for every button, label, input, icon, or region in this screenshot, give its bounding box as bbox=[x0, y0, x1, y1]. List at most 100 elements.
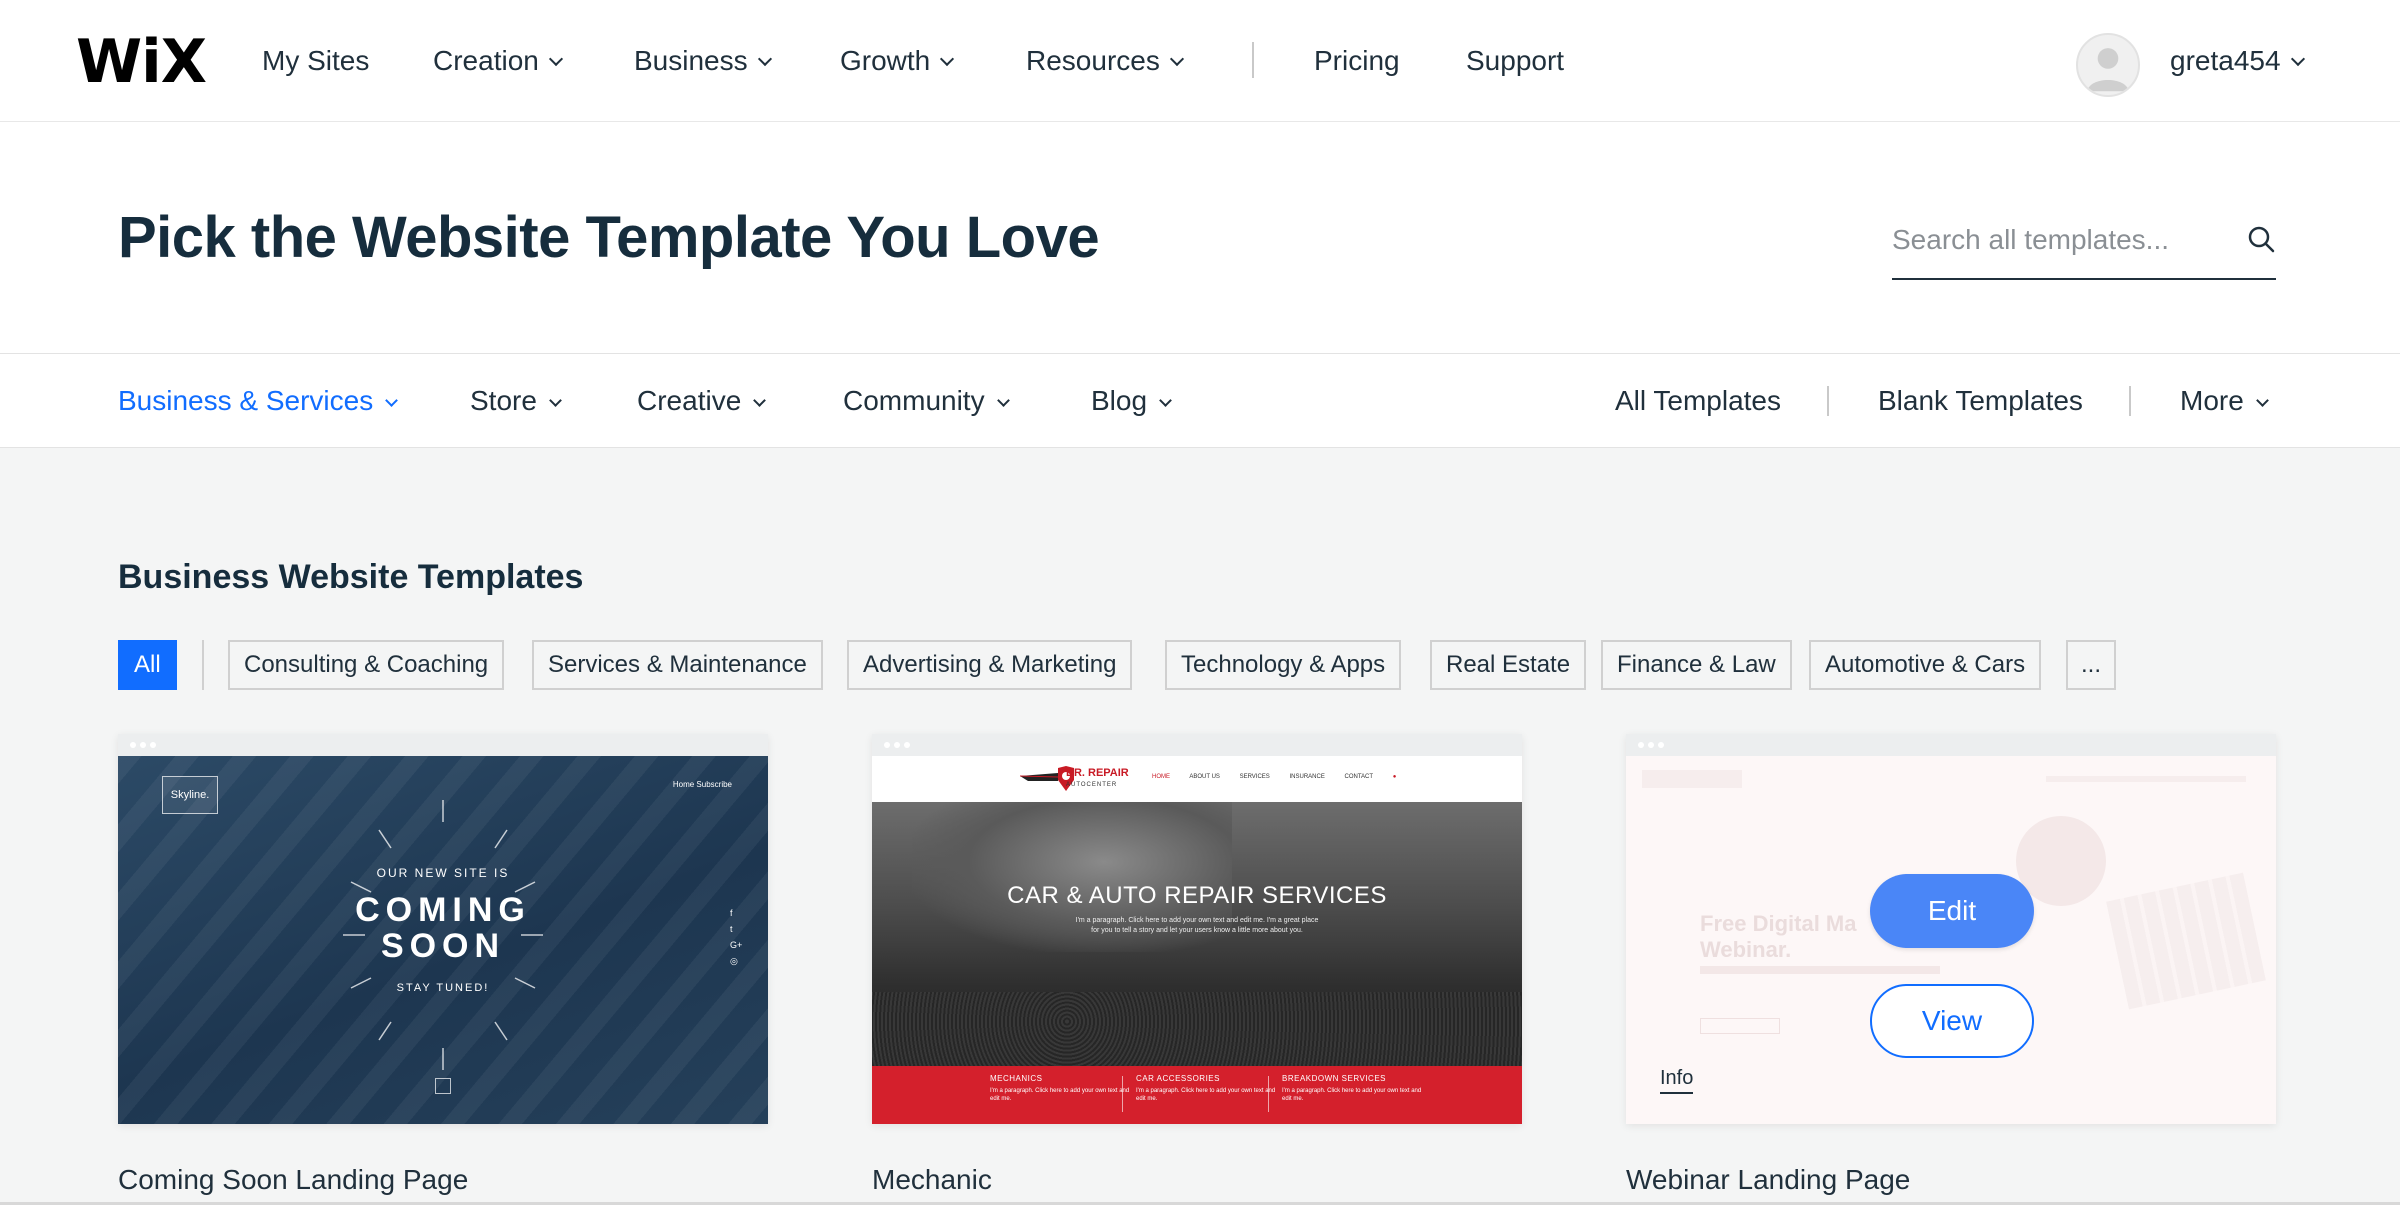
preview-heading-line: Free Digital Ma bbox=[1700, 911, 1857, 936]
preview-button bbox=[1700, 1018, 1780, 1034]
category-label: Blank Templates bbox=[1878, 385, 2083, 416]
nav-label: Growth bbox=[840, 45, 931, 76]
info-link[interactable]: Info bbox=[1660, 1066, 1694, 1094]
category-divider bbox=[2129, 386, 2131, 416]
facebook-icon: f bbox=[730, 908, 733, 918]
category-label: Community bbox=[843, 385, 985, 416]
ground-photo bbox=[872, 992, 1522, 1066]
nav-business[interactable]: Business bbox=[634, 45, 772, 77]
category-creative[interactable]: Creative bbox=[637, 384, 767, 418]
preview-nav bbox=[2046, 776, 2246, 782]
template-preview: Free Digital Ma Webinar. Edit View Info bbox=[1626, 756, 2276, 1124]
preview-heading-line: Webinar. bbox=[1700, 937, 1792, 962]
nav-growth[interactable]: Growth bbox=[840, 45, 955, 77]
filter-chip-all[interactable]: All bbox=[118, 640, 177, 690]
template-card-mechanic[interactable]: DR. REPAIR AUTOCENTER HOME ABOUT US SERV… bbox=[872, 734, 1522, 1124]
preview-heading: CAR & AUTO REPAIR SERVICES bbox=[1007, 882, 1387, 909]
user-menu[interactable]: greta454 bbox=[2170, 45, 2305, 77]
filter-chip-real-estate[interactable]: Real Estate bbox=[1430, 640, 1587, 690]
filter-chip-automotive[interactable]: Automotive & Cars bbox=[1809, 640, 2042, 690]
preview-text: OUR NEW SITE IS bbox=[376, 866, 510, 880]
category-business-services[interactable]: Business & Services bbox=[118, 384, 399, 418]
category-label: Blog bbox=[1091, 385, 1148, 416]
nav-support[interactable]: Support bbox=[1466, 45, 1564, 77]
nav-resources[interactable]: Resources bbox=[1026, 45, 1184, 77]
preview-logo bbox=[1642, 770, 1742, 788]
page-header: Pick the Website Template You Love bbox=[0, 122, 2400, 354]
search-input[interactable] bbox=[1892, 212, 2222, 268]
template-card-webinar[interactable]: Free Digital Ma Webinar. Edit View Info bbox=[1626, 734, 2276, 1124]
preview-heading: COMING bbox=[355, 891, 531, 929]
category-blog[interactable]: Blog bbox=[1091, 384, 1172, 418]
filter-chip-consulting[interactable]: Consulting & Coaching bbox=[228, 640, 505, 690]
filter-chip-advertising[interactable]: Advertising & Marketing bbox=[847, 640, 1133, 690]
top-nav: WiX My Sites Creation Business Growth Re… bbox=[0, 0, 2400, 122]
preview-text: STAY TUNED! bbox=[396, 982, 490, 994]
nav-label: Pricing bbox=[1314, 45, 1400, 76]
filter-chip-finance[interactable]: Finance & Law bbox=[1601, 640, 1792, 690]
template-name[interactable]: Coming Soon Landing Page bbox=[118, 1164, 468, 1196]
filter-chip-technology[interactable]: Technology & Apps bbox=[1165, 640, 1402, 690]
category-divider bbox=[1827, 386, 1829, 416]
column-text: I'm a paragraph. Click here to add your … bbox=[1136, 1088, 1276, 1102]
edit-button[interactable]: Edit bbox=[1870, 874, 2034, 948]
browser-bar bbox=[118, 734, 768, 756]
nav-label: Business bbox=[634, 45, 748, 76]
browser-bar bbox=[1626, 734, 2276, 756]
category-label: Store bbox=[470, 385, 537, 416]
chevron-down-icon bbox=[2255, 394, 2269, 407]
preview-logo: Skyline. bbox=[162, 776, 218, 814]
blank-templates-link[interactable]: Blank Templates bbox=[1878, 384, 2083, 418]
browser-bar bbox=[872, 734, 1522, 756]
preview-nav-link: ABOUT US bbox=[1189, 774, 1220, 780]
preview-column: MECHANICS I'm a paragraph. Click here to … bbox=[990, 1074, 1130, 1103]
template-name[interactable]: Mechanic bbox=[872, 1164, 992, 1196]
wix-logo[interactable]: WiX bbox=[76, 32, 207, 92]
view-button[interactable]: View bbox=[1870, 984, 2034, 1058]
nav-my-sites[interactable]: My Sites bbox=[262, 45, 369, 77]
preview-nav-link: SERVICES bbox=[1239, 774, 1270, 780]
preview-nav-link: HOME bbox=[1152, 774, 1170, 780]
search-box bbox=[1892, 212, 2276, 280]
category-store[interactable]: Store bbox=[470, 384, 562, 418]
search-icon[interactable] bbox=[2246, 224, 2276, 254]
more-menu[interactable]: More bbox=[2180, 384, 2269, 418]
template-card-coming-soon[interactable]: Skyline. Home Subscribe OUR NEW SITE IS … bbox=[118, 734, 768, 1124]
preview-column: BREAKDOWN SERVICES I'm a paragraph. Click… bbox=[1282, 1074, 1422, 1103]
section-title: Business Website Templates bbox=[118, 558, 584, 596]
nav-creation[interactable]: Creation bbox=[433, 45, 563, 77]
preview-nav: DR. REPAIR AUTOCENTER HOME ABOUT US SERV… bbox=[872, 756, 1522, 802]
preview-hero: CAR & AUTO REPAIR SERVICES I'm a paragra… bbox=[872, 802, 1522, 1066]
chevron-down-icon bbox=[1169, 51, 1184, 67]
category-community[interactable]: Community bbox=[843, 384, 1010, 418]
category-label: More bbox=[2180, 385, 2244, 416]
template-preview: Skyline. Home Subscribe OUR NEW SITE IS … bbox=[118, 756, 768, 1124]
chevron-down-icon bbox=[996, 394, 1010, 407]
template-preview: DR. REPAIR AUTOCENTER HOME ABOUT US SERV… bbox=[872, 756, 1522, 1124]
filter-chip-services[interactable]: Services & Maintenance bbox=[532, 640, 823, 690]
nav-label: Resources bbox=[1026, 45, 1160, 76]
scroll-down-icon bbox=[435, 1078, 451, 1094]
twitter-icon: t bbox=[730, 924, 733, 934]
column-text: I'm a paragraph. Click here to add your … bbox=[1282, 1088, 1422, 1102]
chevron-down-icon bbox=[753, 394, 767, 407]
filter-chip-more[interactable]: ... bbox=[2066, 640, 2116, 690]
preview-brand-sub: AUTOCENTER bbox=[1066, 782, 1118, 788]
keyboard-photo bbox=[2106, 872, 2266, 1010]
nav-pricing[interactable]: Pricing bbox=[1314, 45, 1400, 77]
avatar[interactable] bbox=[2076, 33, 2140, 97]
user-avatar-icon bbox=[2087, 48, 2129, 92]
column-text: I'm a paragraph. Click here to add your … bbox=[990, 1088, 1130, 1102]
preview-column: CAR ACCESSORIES I'm a paragraph. Click he… bbox=[1136, 1074, 1276, 1103]
user-icon: ● bbox=[1392, 774, 1397, 780]
column-title: CAR ACCESSORIES bbox=[1136, 1074, 1220, 1083]
category-bar: Business & Services Store Creative Commu… bbox=[0, 354, 2400, 448]
username-label: greta454 bbox=[2170, 45, 2281, 76]
nav-divider bbox=[1252, 42, 1254, 78]
chevron-down-icon bbox=[385, 394, 399, 407]
chevron-down-icon bbox=[757, 51, 772, 67]
template-name[interactable]: Webinar Landing Page bbox=[1626, 1164, 1910, 1196]
chevron-down-icon bbox=[1159, 394, 1172, 407]
preview-nav: Home Subscribe bbox=[672, 780, 732, 789]
all-templates-link[interactable]: All Templates bbox=[1615, 384, 1781, 418]
